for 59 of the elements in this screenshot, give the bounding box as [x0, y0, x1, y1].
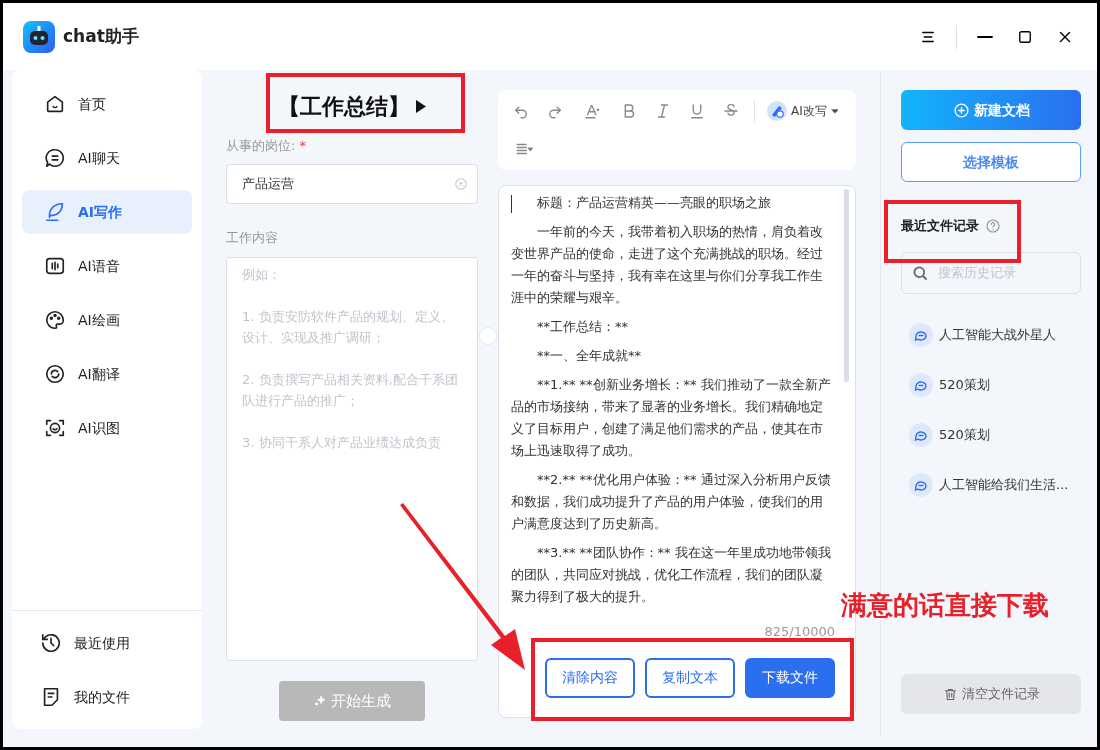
document-title: 标题：产品运营精英——亮眼的职场之旅	[511, 192, 833, 214]
chat-bubble-icon	[909, 372, 933, 397]
field-label: 从事的岗位: *	[226, 137, 307, 155]
play-icon	[416, 99, 426, 113]
document-paragraph: **2.** **优化用户体验：** 通过深入分析用户反馈和数据，我们成功提升了产品的用户体验，使我们的用户满意度达到了历史新高。	[511, 471, 832, 533]
chat-bubble-icon	[909, 322, 933, 347]
resize-handle[interactable]	[479, 327, 497, 345]
help-icon[interactable]	[985, 217, 1001, 234]
text-cursor	[511, 194, 512, 213]
minimize-icon	[976, 34, 994, 39]
field-label: 工作内容	[226, 228, 279, 247]
trash-icon	[942, 686, 958, 702]
home-icon	[44, 93, 66, 115]
sparkle-icon	[313, 694, 327, 708]
robot-logo-icon	[23, 20, 55, 53]
underline-icon	[688, 102, 706, 120]
document-paragraph: 一年前的今天，我带着初入职场的热情，肩负着改变世界产品的使命，走进了这个充满挑战的职场。经过一年的奋斗与坚持，我有幸在这里与你们分享我工作生涯中的荣耀与艰辛。	[511, 223, 824, 307]
sidebar-item[interactable]: AI识图	[22, 406, 192, 450]
sidebar-item[interactable]: 首页	[22, 82, 192, 126]
chat-bubble-icon	[44, 147, 66, 169]
document-paragraph: **一、全年成就**	[536, 347, 642, 365]
caret-icon	[830, 107, 839, 115]
sidebar-item[interactable]: AI写作	[22, 190, 192, 234]
position-field[interactable]: 产品运营	[226, 163, 478, 204]
scan-icon	[44, 417, 66, 439]
document-paragraph: **3.** **团队协作：** 我在这一年里成功地带领我的团队，共同应对挑战，优化工作流程，我们的团队凝聚力得到了极大的提升。	[511, 544, 832, 606]
sidebar-item[interactable]: AI翻译	[22, 352, 192, 396]
recent-file-item[interactable]: 520策划	[901, 369, 1081, 400]
clear-history-button[interactable]: 清空文件记录	[901, 674, 1081, 714]
document-paragraph: **工作总结：**	[536, 318, 629, 336]
scrollbar[interactable]	[844, 189, 849, 382]
feather-icon	[44, 201, 66, 223]
ai-pen-icon	[767, 101, 787, 121]
section-heading: 最近文件记录	[901, 217, 979, 235]
app-title: chat助手	[63, 24, 139, 48]
document-paragraph: **1.** **创新业务增长：** 我们推动了一款全新产品的市场接纳，带来了显著的业务增长。我们精确地定义了目标用户，创建了满足他们需求的产品，使其在市场上迅速取得了成功。	[511, 376, 832, 460]
ai-rewrite-button[interactable]: AI改写	[767, 101, 839, 121]
chat-bubble-icon	[909, 422, 933, 447]
content-field[interactable]: 例如： 1. 负责安防软件产品的规划、定义、设计、实现及推广调研； 2. 负责撰写产品相关资料,配合干系团队进行产品的推广； 3. 协同干系人对产品业绩达成负责	[226, 257, 478, 661]
form-title: 【工作总结】	[278, 92, 410, 121]
voice-icon	[44, 255, 66, 277]
copy-button[interactable]: 复制文本	[645, 657, 735, 698]
character-counter: 825/10000	[763, 623, 836, 641]
history-icon	[40, 632, 62, 654]
sidebar-item[interactable]: AI语音	[22, 244, 192, 288]
translate-icon	[44, 363, 66, 385]
annotation-text: 满意的话直接下载	[841, 589, 1049, 621]
download-button[interactable]: 下载文件	[745, 657, 835, 698]
recent-file-item[interactable]: 520策划	[901, 419, 1081, 450]
sidebar-item[interactable]: 最近使用	[22, 621, 192, 665]
clear-button[interactable]: 清除内容	[545, 657, 635, 698]
palette-icon	[44, 309, 66, 331]
recent-file-item[interactable]: 人工智能大战外星人	[901, 319, 1081, 350]
recent-file-item[interactable]: 人工智能给我们生活...	[901, 469, 1081, 500]
sidebar-item[interactable]: AI聊天	[22, 136, 192, 180]
plus-circle-icon	[952, 101, 970, 119]
chat-bubble-icon	[909, 472, 933, 497]
sidebar-item[interactable]: 我的文件	[22, 675, 192, 719]
sidebar-item[interactable]: AI绘画	[22, 298, 192, 342]
